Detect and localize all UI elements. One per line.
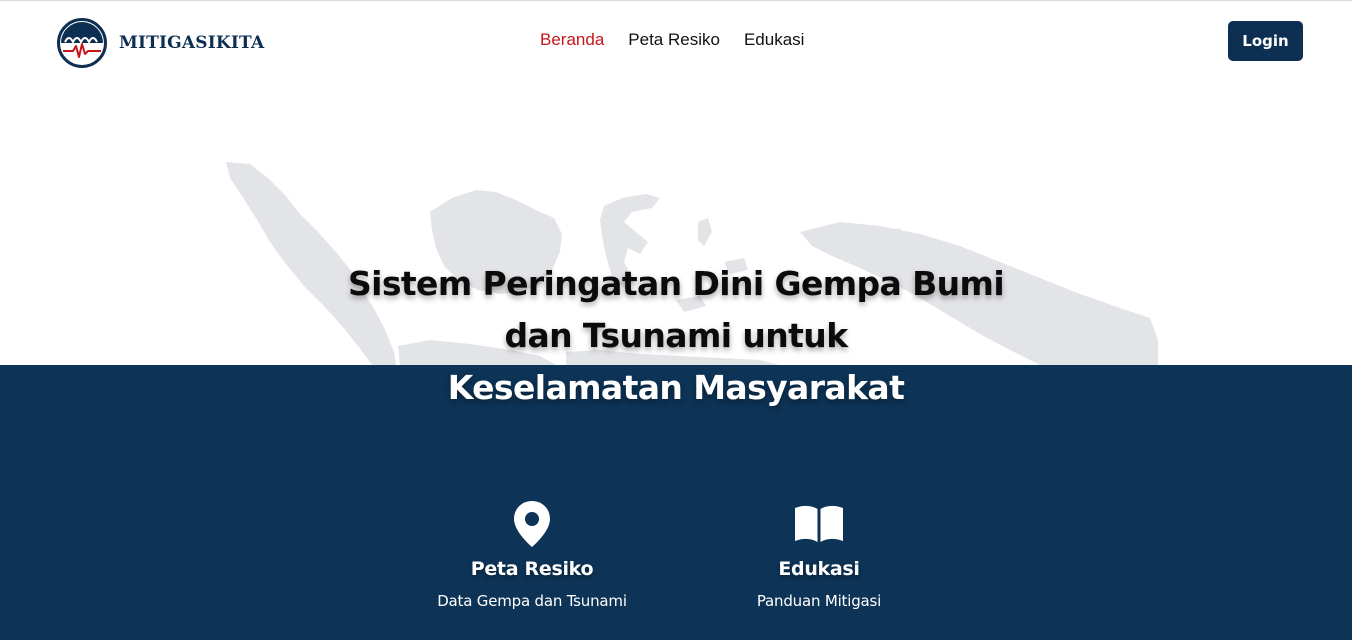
feature-description: Panduan Mitigasi [756, 592, 882, 610]
main-nav: Beranda Peta Resiko Edukasi [540, 30, 804, 50]
feature-description: Data Gempa dan Tsunami [437, 592, 627, 610]
login-button[interactable]: Login [1228, 21, 1303, 61]
brand-link[interactable]: MITIGASIKITA [57, 18, 264, 68]
nav-item-peta-resiko[interactable]: Peta Resiko [628, 30, 720, 50]
navbar: MITIGASIKITA Beranda Peta Resiko Edukasi… [0, 1, 1352, 81]
nav-item-edukasi[interactable]: Edukasi [744, 30, 804, 50]
hero-line-3: Keselamatan Masyarakat [447, 368, 905, 407]
nav-item-beranda[interactable]: Beranda [540, 30, 604, 50]
hero-heading: Sistem Peringatan Dini Gempa Bumi dan Ts… [0, 258, 1352, 414]
wave-seismograph-logo-icon [57, 18, 107, 68]
feature-peta-resiko[interactable]: Peta Resiko Data Gempa dan Tsunami [412, 500, 652, 610]
page: MITIGASIKITA Beranda Peta Resiko Edukasi… [0, 0, 1352, 640]
feature-title: Peta Resiko [470, 558, 594, 580]
brand-name: MITIGASIKITA [119, 33, 265, 53]
open-book-icon [795, 505, 843, 542]
hero-line-1: Sistem Peringatan Dini Gempa Bumi [347, 264, 1005, 303]
feature-title: Edukasi [778, 558, 860, 580]
map-pin-icon [514, 501, 550, 547]
hero-line-2: dan Tsunami untuk [504, 316, 848, 355]
feature-edukasi[interactable]: Edukasi Panduan Mitigasi [699, 500, 939, 610]
